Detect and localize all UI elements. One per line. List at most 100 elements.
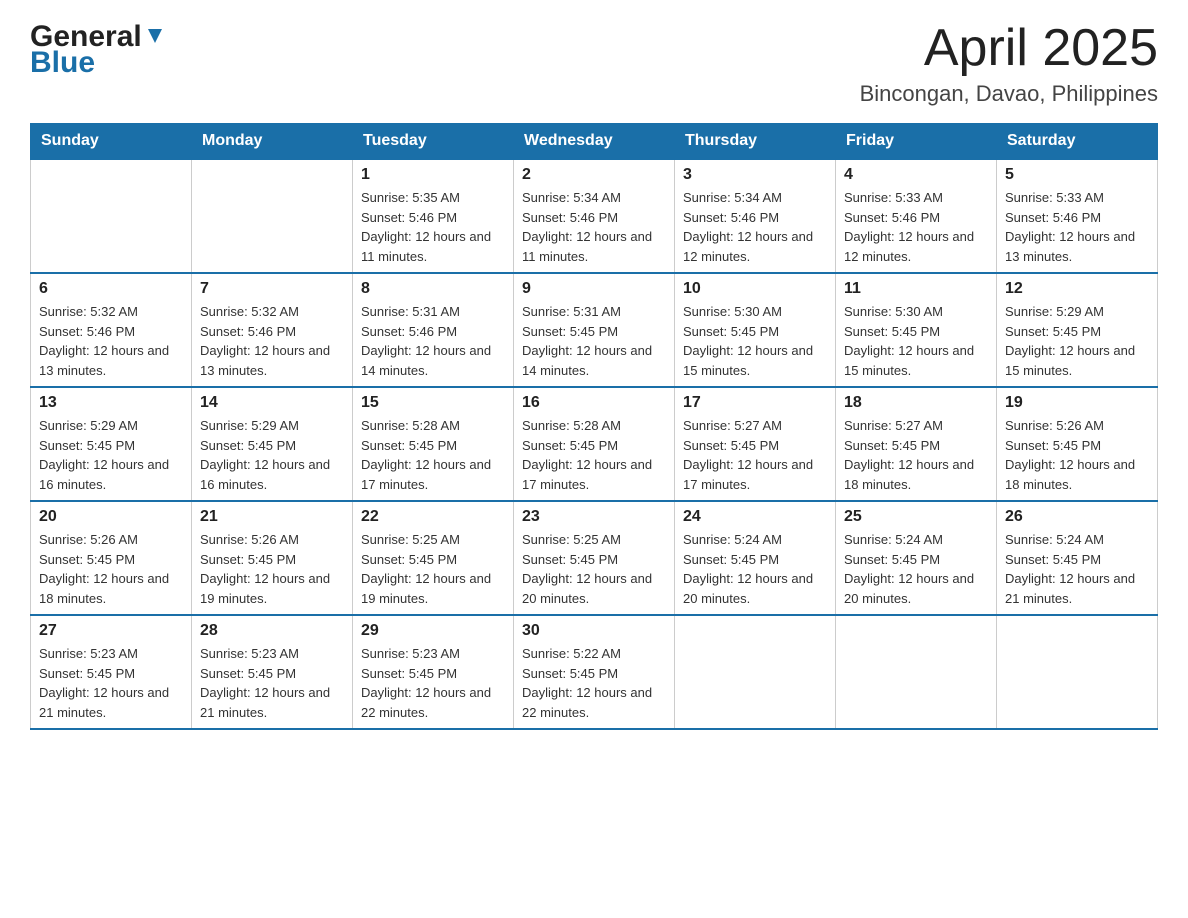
table-row: 16 Sunrise: 5:28 AMSunset: 5:45 PMDayligh… (514, 387, 675, 501)
table-row: 1 Sunrise: 5:35 AMSunset: 5:46 PMDaylight… (353, 159, 514, 273)
day-info: Sunrise: 5:33 AMSunset: 5:46 PMDaylight:… (844, 188, 988, 266)
table-row: 28 Sunrise: 5:23 AMSunset: 5:45 PMDayligh… (192, 615, 353, 729)
table-row (997, 615, 1158, 729)
day-info: Sunrise: 5:23 AMSunset: 5:45 PMDaylight:… (39, 644, 183, 722)
day-info: Sunrise: 5:30 AMSunset: 5:45 PMDaylight:… (683, 302, 827, 380)
day-number: 30 (522, 622, 666, 640)
day-number: 1 (361, 166, 505, 184)
day-info: Sunrise: 5:23 AMSunset: 5:45 PMDaylight:… (200, 644, 344, 722)
day-number: 9 (522, 280, 666, 298)
day-number: 8 (361, 280, 505, 298)
day-number: 18 (844, 394, 988, 412)
header-saturday: Saturday (997, 124, 1158, 160)
page-header: General Blue April 2025 Bincongan, Davao… (30, 20, 1158, 107)
day-info: Sunrise: 5:25 AMSunset: 5:45 PMDaylight:… (522, 530, 666, 608)
table-row: 14 Sunrise: 5:29 AMSunset: 5:45 PMDayligh… (192, 387, 353, 501)
calendar-table: Sunday Monday Tuesday Wednesday Thursday… (30, 123, 1158, 730)
header-monday: Monday (192, 124, 353, 160)
day-info: Sunrise: 5:26 AMSunset: 5:45 PMDaylight:… (1005, 416, 1149, 494)
calendar-week-row: 1 Sunrise: 5:35 AMSunset: 5:46 PMDaylight… (31, 159, 1158, 273)
day-info: Sunrise: 5:31 AMSunset: 5:45 PMDaylight:… (522, 302, 666, 380)
table-row: 7 Sunrise: 5:32 AMSunset: 5:46 PMDaylight… (192, 273, 353, 387)
table-row (675, 615, 836, 729)
day-info: Sunrise: 5:31 AMSunset: 5:46 PMDaylight:… (361, 302, 505, 380)
day-info: Sunrise: 5:22 AMSunset: 5:45 PMDaylight:… (522, 644, 666, 722)
day-number: 25 (844, 508, 988, 526)
table-row: 29 Sunrise: 5:23 AMSunset: 5:45 PMDayligh… (353, 615, 514, 729)
day-info: Sunrise: 5:24 AMSunset: 5:45 PMDaylight:… (683, 530, 827, 608)
table-row: 20 Sunrise: 5:26 AMSunset: 5:45 PMDayligh… (31, 501, 192, 615)
day-number: 24 (683, 508, 827, 526)
table-row: 26 Sunrise: 5:24 AMSunset: 5:45 PMDayligh… (997, 501, 1158, 615)
day-number: 20 (39, 508, 183, 526)
day-number: 28 (200, 622, 344, 640)
table-row: 5 Sunrise: 5:33 AMSunset: 5:46 PMDaylight… (997, 159, 1158, 273)
table-row: 9 Sunrise: 5:31 AMSunset: 5:45 PMDaylight… (514, 273, 675, 387)
day-info: Sunrise: 5:35 AMSunset: 5:46 PMDaylight:… (361, 188, 505, 266)
table-row: 12Sunrise: 5:29 AMSunset: 5:45 PMDayligh… (997, 273, 1158, 387)
logo-triangle-icon (144, 25, 166, 47)
table-row: 2Sunrise: 5:34 AMSunset: 5:46 PMDaylight… (514, 159, 675, 273)
table-row: 18 Sunrise: 5:27 AMSunset: 5:45 PMDayligh… (836, 387, 997, 501)
day-number: 26 (1005, 508, 1149, 526)
table-row: 19 Sunrise: 5:26 AMSunset: 5:45 PMDayligh… (997, 387, 1158, 501)
calendar-title: April 2025 (860, 20, 1158, 77)
table-row: 22Sunrise: 5:25 AMSunset: 5:45 PMDayligh… (353, 501, 514, 615)
table-row: 30 Sunrise: 5:22 AMSunset: 5:45 PMDayligh… (514, 615, 675, 729)
table-row (192, 159, 353, 273)
day-info: Sunrise: 5:26 AMSunset: 5:45 PMDaylight:… (39, 530, 183, 608)
day-info: Sunrise: 5:27 AMSunset: 5:45 PMDaylight:… (683, 416, 827, 494)
table-row: 3Sunrise: 5:34 AMSunset: 5:46 PMDaylight… (675, 159, 836, 273)
day-number: 23 (522, 508, 666, 526)
day-number: 19 (1005, 394, 1149, 412)
day-info: Sunrise: 5:26 AMSunset: 5:45 PMDaylight:… (200, 530, 344, 608)
logo: General Blue (30, 20, 166, 80)
table-row (31, 159, 192, 273)
logo-blue-text: Blue (30, 46, 95, 80)
day-info: Sunrise: 5:24 AMSunset: 5:45 PMDaylight:… (844, 530, 988, 608)
day-number: 15 (361, 394, 505, 412)
header-wednesday: Wednesday (514, 124, 675, 160)
day-info: Sunrise: 5:32 AMSunset: 5:46 PMDaylight:… (39, 302, 183, 380)
day-number: 27 (39, 622, 183, 640)
day-number: 16 (522, 394, 666, 412)
day-number: 4 (844, 166, 988, 184)
day-number: 29 (361, 622, 505, 640)
table-row: 10Sunrise: 5:30 AMSunset: 5:45 PMDayligh… (675, 273, 836, 387)
calendar-week-row: 27 Sunrise: 5:23 AMSunset: 5:45 PMDayligh… (31, 615, 1158, 729)
table-row: 25 Sunrise: 5:24 AMSunset: 5:45 PMDayligh… (836, 501, 997, 615)
table-row: 27 Sunrise: 5:23 AMSunset: 5:45 PMDayligh… (31, 615, 192, 729)
table-row: 21Sunrise: 5:26 AMSunset: 5:45 PMDayligh… (192, 501, 353, 615)
day-info: Sunrise: 5:27 AMSunset: 5:45 PMDaylight:… (844, 416, 988, 494)
day-info: Sunrise: 5:32 AMSunset: 5:46 PMDaylight:… (200, 302, 344, 380)
day-info: Sunrise: 5:25 AMSunset: 5:45 PMDaylight:… (361, 530, 505, 608)
day-number: 13 (39, 394, 183, 412)
calendar-header-row: Sunday Monday Tuesday Wednesday Thursday… (31, 124, 1158, 160)
day-info: Sunrise: 5:29 AMSunset: 5:45 PMDaylight:… (39, 416, 183, 494)
day-info: Sunrise: 5:28 AMSunset: 5:45 PMDaylight:… (522, 416, 666, 494)
table-row: 13 Sunrise: 5:29 AMSunset: 5:45 PMDayligh… (31, 387, 192, 501)
header-thursday: Thursday (675, 124, 836, 160)
table-row: 6 Sunrise: 5:32 AMSunset: 5:46 PMDaylight… (31, 273, 192, 387)
day-info: Sunrise: 5:24 AMSunset: 5:45 PMDaylight:… (1005, 530, 1149, 608)
day-info: Sunrise: 5:33 AMSunset: 5:46 PMDaylight:… (1005, 188, 1149, 266)
table-row: 15Sunrise: 5:28 AMSunset: 5:45 PMDayligh… (353, 387, 514, 501)
day-info: Sunrise: 5:34 AMSunset: 5:46 PMDaylight:… (522, 188, 666, 266)
day-info: Sunrise: 5:29 AMSunset: 5:45 PMDaylight:… (200, 416, 344, 494)
day-number: 6 (39, 280, 183, 298)
day-number: 11 (844, 280, 988, 298)
table-row: 17Sunrise: 5:27 AMSunset: 5:45 PMDayligh… (675, 387, 836, 501)
day-info: Sunrise: 5:30 AMSunset: 5:45 PMDaylight:… (844, 302, 988, 380)
table-row: 11 Sunrise: 5:30 AMSunset: 5:45 PMDayligh… (836, 273, 997, 387)
table-row: 4 Sunrise: 5:33 AMSunset: 5:46 PMDaylight… (836, 159, 997, 273)
day-number: 14 (200, 394, 344, 412)
day-number: 7 (200, 280, 344, 298)
day-info: Sunrise: 5:23 AMSunset: 5:45 PMDaylight:… (361, 644, 505, 722)
header-sunday: Sunday (31, 124, 192, 160)
table-row (836, 615, 997, 729)
calendar-week-row: 6 Sunrise: 5:32 AMSunset: 5:46 PMDaylight… (31, 273, 1158, 387)
day-number: 5 (1005, 166, 1149, 184)
title-block: April 2025 Bincongan, Davao, Philippines (860, 20, 1158, 107)
header-friday: Friday (836, 124, 997, 160)
day-number: 3 (683, 166, 827, 184)
